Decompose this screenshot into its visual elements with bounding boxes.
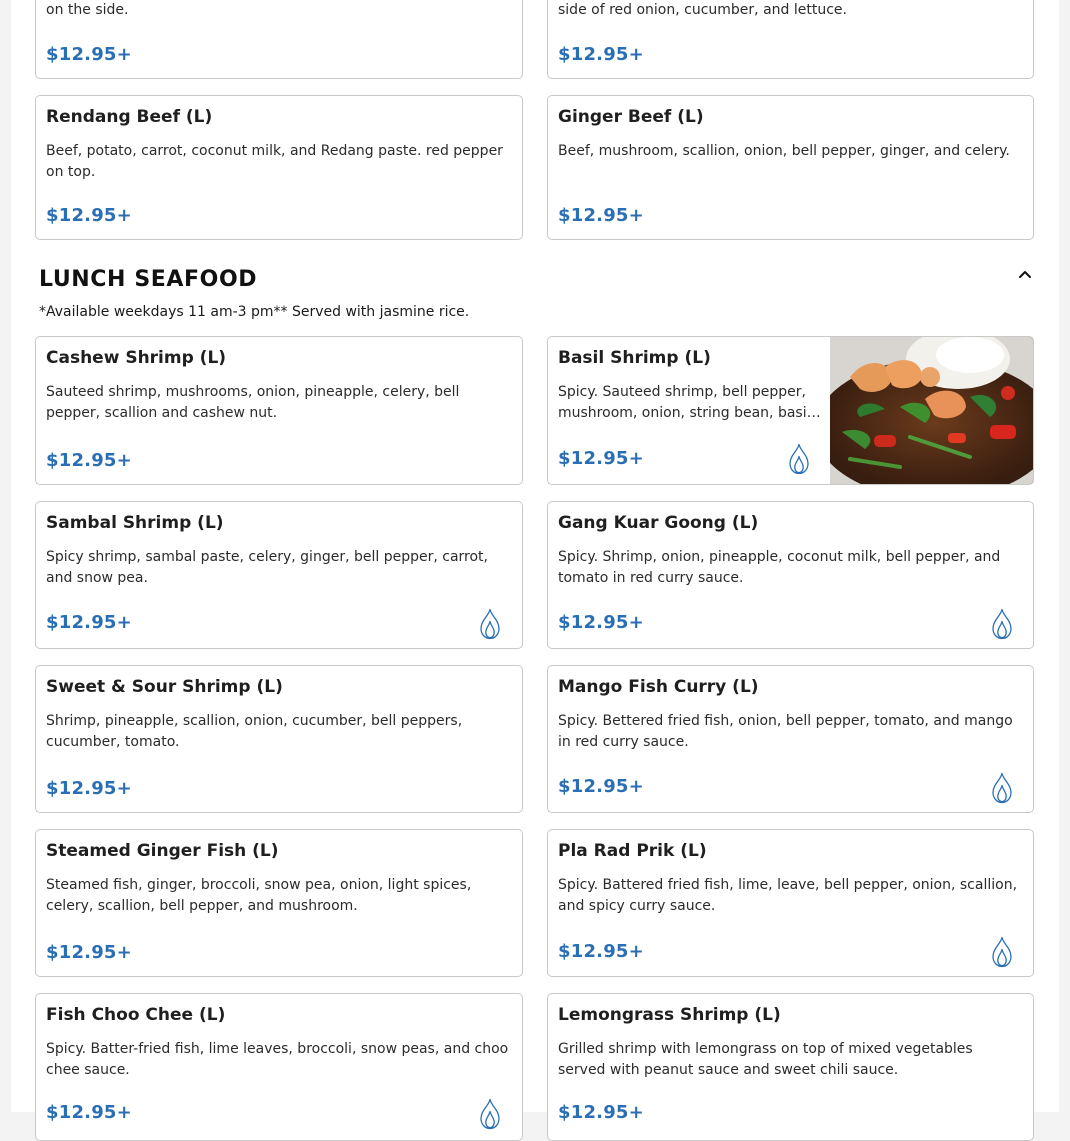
collapse-section-button[interactable] — [1013, 262, 1037, 286]
menu-item-card[interactable]: Rendang Beef (L) Beef, potato, carrot, c… — [35, 95, 523, 240]
menu-item-card[interactable]: Ginger Beef (L) Beef, mushroom, scallion… — [547, 95, 1034, 240]
spicy-flame-icon — [989, 608, 1015, 640]
item-description: Spicy. Sauteed shrimp, bell pepper, mush… — [558, 384, 811, 421]
spicy-flame-icon — [477, 608, 503, 640]
item-price: $12.95+ — [46, 450, 132, 471]
item-description: on the side. — [46, 2, 129, 18]
menu-item-card[interactable]: Pla Rad Prik (L) Spicy. Battered fried f… — [547, 829, 1034, 977]
menu-item-card[interactable]: on the side. $12.95+ — [35, 0, 523, 79]
chevron-up-icon — [1019, 271, 1031, 278]
item-title: Pla Rad Prik (L) — [558, 841, 707, 861]
item-price: $12.95+ — [558, 776, 644, 797]
item-description: Beef, potato, carrot, coconut milk, and … — [46, 143, 503, 180]
item-description: Spicy shrimp, sambal paste, celery, ging… — [46, 549, 488, 586]
item-title: Lemongrass Shrimp (L) — [558, 1005, 781, 1025]
item-price: $12.95+ — [46, 205, 132, 226]
item-description: Steamed fish, ginger, broccoli, snow pea… — [46, 877, 472, 914]
item-description: Spicy. Batter-fried fish, lime leaves, b… — [46, 1041, 509, 1078]
menu-item-card[interactable]: Steamed Ginger Fish (L) Steamed fish, gi… — [35, 829, 523, 977]
item-title: Rendang Beef (L) — [46, 107, 213, 127]
basil-shrimp-photo — [815, 337, 1033, 484]
menu-item-card[interactable]: Basil Shrimp (L) Spicy. Sauteed shrimp, … — [547, 336, 1034, 485]
item-description: side of red onion, cucumber, and lettuce… — [558, 2, 847, 18]
section-note: *Available weekdays 11 am-3 pm** Served … — [39, 304, 470, 320]
menu-item-card[interactable]: Mango Fish Curry (L) Spicy. Bettered fri… — [547, 665, 1034, 813]
item-description: Shrimp, pineapple, scallion, onion, cucu… — [46, 713, 463, 750]
spicy-flame-icon — [786, 443, 812, 475]
item-title: Sweet & Sour Shrimp (L) — [46, 677, 283, 697]
item-description: Spicy. Battered fried fish, lime, leave,… — [558, 877, 1018, 914]
item-title: Ginger Beef (L) — [558, 107, 704, 127]
item-price: $12.95+ — [558, 205, 644, 226]
item-title: Fish Choo Chee (L) — [46, 1005, 226, 1025]
item-description: Spicy. Shrimp, onion, pineapple, coconut… — [558, 549, 1001, 586]
item-price: $12.95+ — [46, 942, 132, 963]
item-price: $12.95+ — [46, 612, 132, 633]
item-price: $12.95+ — [46, 1102, 132, 1123]
item-description: Beef, mushroom, scallion, onion, bell pe… — [558, 143, 1010, 159]
menu-item-card[interactable]: Sweet & Sour Shrimp (L) Shrimp, pineappl… — [35, 665, 523, 813]
menu-item-card[interactable]: Gang Kuar Goong (L) Spicy. Shrimp, onion… — [547, 501, 1034, 649]
item-description: Grilled shrimp with lemongrass on top of… — [558, 1041, 973, 1078]
item-price: $12.95+ — [558, 612, 644, 633]
item-title: Steamed Ginger Fish (L) — [46, 841, 279, 861]
item-price: $12.95+ — [46, 778, 132, 799]
item-price: $12.95+ — [558, 448, 644, 469]
item-price: $12.95+ — [558, 941, 644, 962]
spicy-flame-icon — [989, 772, 1015, 804]
spicy-flame-icon — [989, 936, 1015, 968]
item-title: Mango Fish Curry (L) — [558, 677, 759, 697]
spicy-flame-icon — [477, 1098, 503, 1130]
item-price: $12.95+ — [558, 44, 644, 65]
item-title: Basil Shrimp (L) — [558, 348, 711, 368]
menu-item-card[interactable]: Lemongrass Shrimp (L) Grilled shrimp wit… — [547, 993, 1034, 1141]
item-description: Spicy. Bettered fried fish, onion, bell … — [558, 713, 1013, 750]
item-price: $12.95+ — [46, 44, 132, 65]
menu-page: on the side. $12.95+ side of red onion, … — [11, 0, 1059, 1141]
section-title: LUNCH SEAFOOD — [39, 267, 258, 292]
item-description: Sauteed shrimp, mushrooms, onion, pineap… — [46, 384, 460, 421]
item-title: Sambal Shrimp (L) — [46, 513, 224, 533]
menu-item-card[interactable]: Sambal Shrimp (L) Spicy shrimp, sambal p… — [35, 501, 523, 649]
menu-item-card[interactable]: side of red onion, cucumber, and lettuce… — [547, 0, 1034, 79]
item-price: $12.95+ — [558, 1102, 644, 1123]
menu-item-card[interactable]: Cashew Shrimp (L) Sauteed shrimp, mushro… — [35, 336, 523, 485]
item-title: Cashew Shrimp (L) — [46, 348, 227, 368]
item-title: Gang Kuar Goong (L) — [558, 513, 759, 533]
menu-item-card[interactable]: Fish Choo Chee (L) Spicy. Batter-fried f… — [35, 993, 523, 1141]
dish-photo[interactable] — [815, 337, 1033, 484]
